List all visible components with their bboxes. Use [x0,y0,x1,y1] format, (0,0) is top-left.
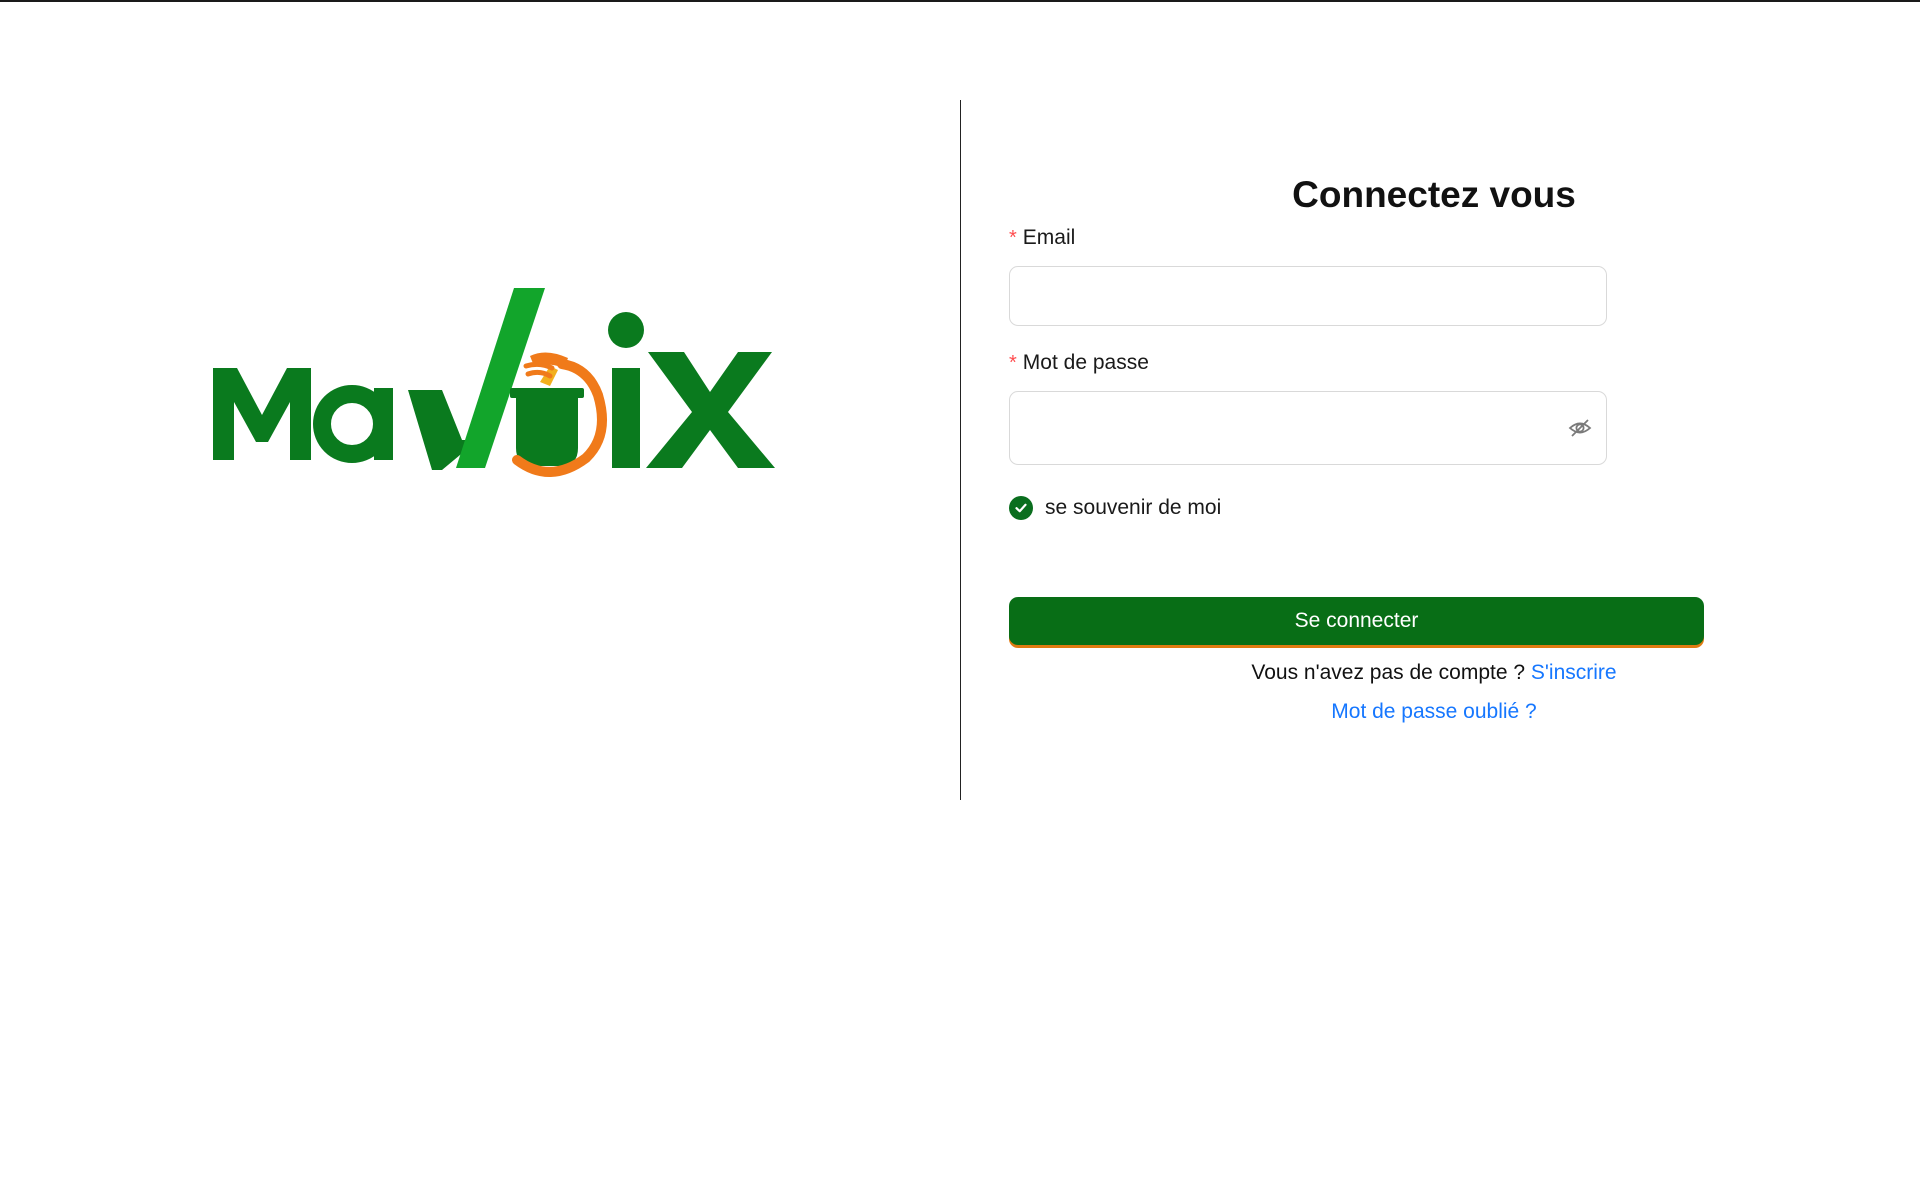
remember-me-checkbox[interactable]: se souvenir de moi [1009,496,1221,520]
forgot-password-row: Mot de passe oublié ? [1009,700,1859,724]
password-label-text: Mot de passe [1022,351,1149,374]
required-mark: * [1009,352,1017,374]
eye-invisible-icon[interactable] [1568,416,1592,440]
forgot-password-link[interactable]: Mot de passe oublié ? [1331,700,1536,723]
top-border [0,0,1920,2]
check-circle-icon[interactable] [1009,496,1033,520]
remember-me-label[interactable]: se souvenir de moi [1045,496,1221,520]
required-mark: * [1009,227,1017,249]
signup-prompt: Vous n'avez pas de compte ? S'inscrire [1009,661,1859,685]
signup-prompt-text: Vous n'avez pas de compte ? [1251,661,1526,684]
vertical-divider [960,100,961,800]
email-label-text: Email [1022,226,1076,249]
password-field[interactable] [1009,391,1607,465]
signup-link[interactable]: S'inscrire [1531,661,1617,684]
login-button[interactable]: Se connecter [1009,597,1704,645]
email-field[interactable] [1009,266,1607,326]
mavoix-logo-graphic [213,288,775,477]
password-label: * Mot de passe [1009,351,1149,375]
login-title: Connectez vous [1292,174,1576,215]
email-label: * Email [1009,226,1075,250]
mavoix-logo [200,270,780,490]
